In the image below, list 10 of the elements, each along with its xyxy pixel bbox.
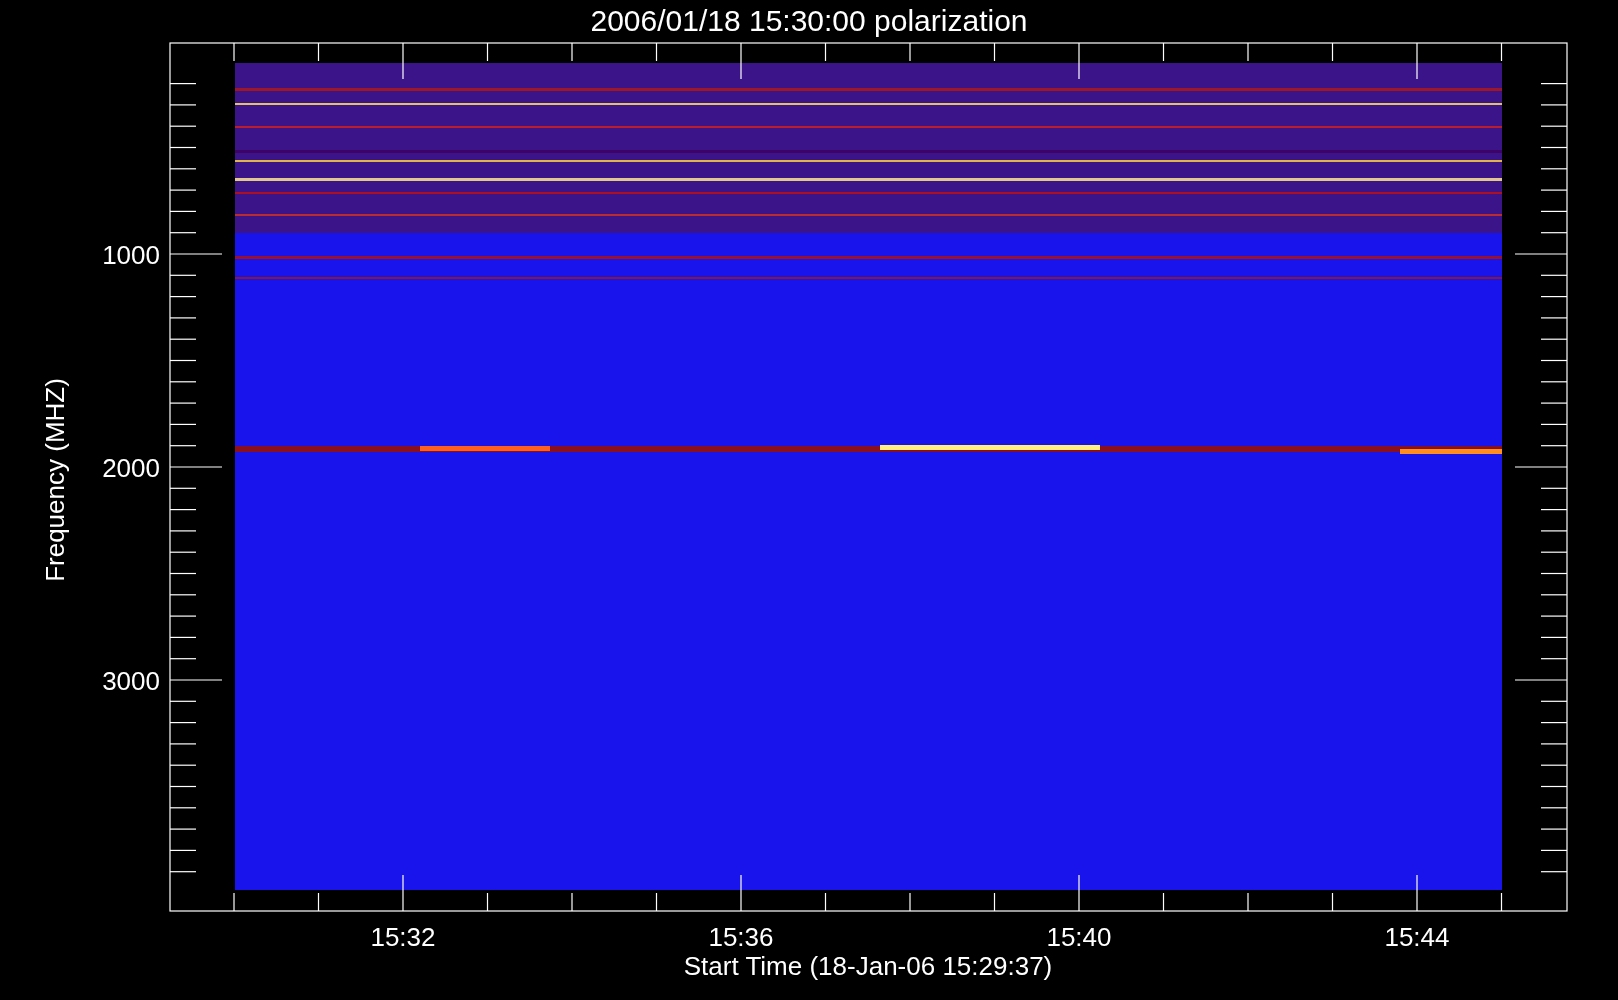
x-tick-label: 15:40 [1046,922,1112,952]
x-tick-label: 15:44 [1384,922,1450,952]
y-tick-label: 2000 [102,453,160,483]
y-tick-label: 1000 [102,240,160,270]
plot-title: 2006/01/18 15:30:00 polarization [590,4,1028,37]
x-axis-label: Start Time (18-Jan-06 15:29:37) [683,951,1053,981]
y-axis-label: Frequency (MHZ) [40,378,70,582]
x-tick-label: 15:36 [708,922,774,952]
y-tick-label: 3000 [102,666,160,696]
x-tick-label: 15:32 [370,922,436,952]
